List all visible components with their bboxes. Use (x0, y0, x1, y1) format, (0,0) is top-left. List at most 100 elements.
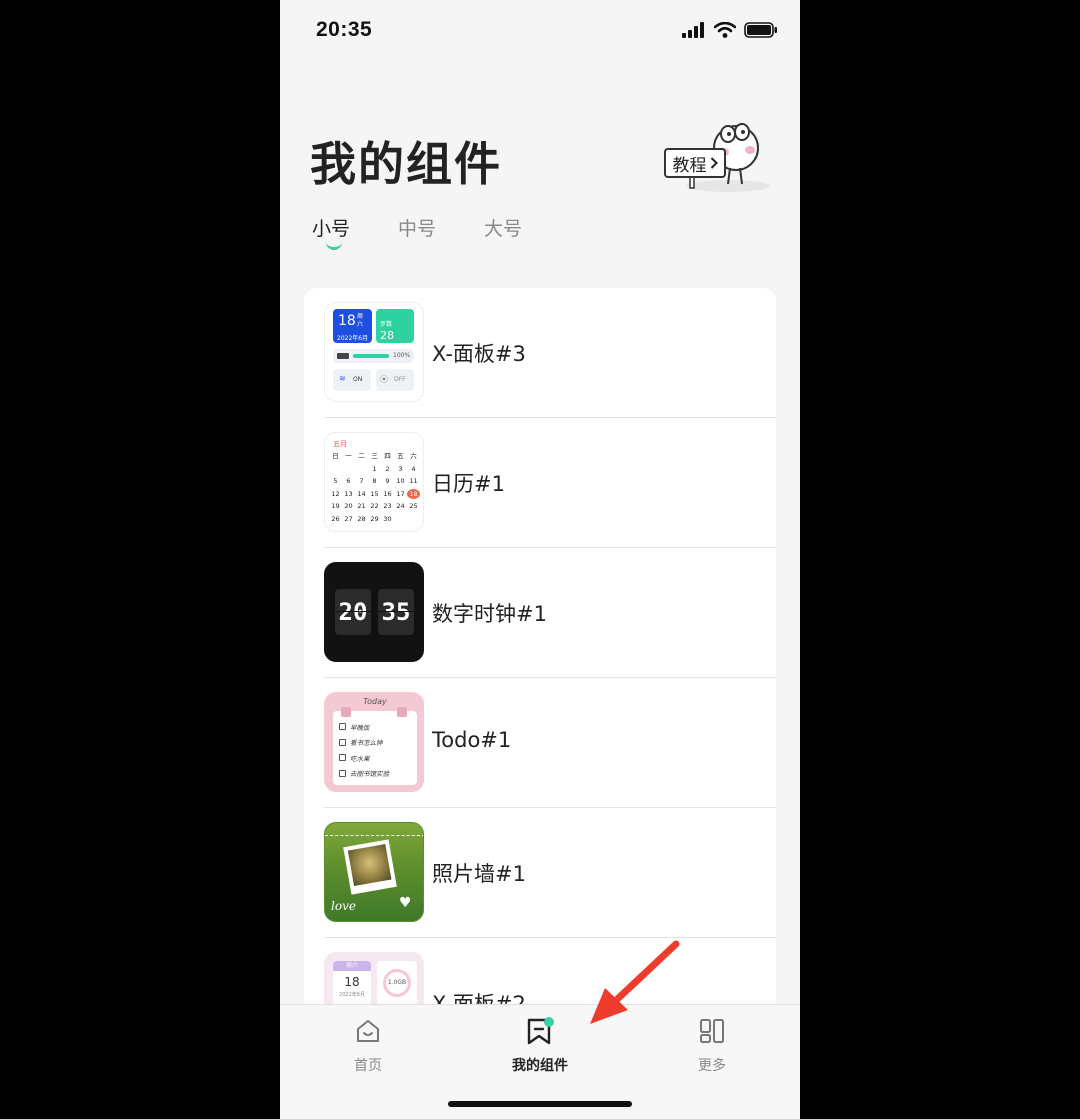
phone-screen: 20:35 我的组件 教程 小号 中号 大号 18 周六 2022年6月 步数 … (280, 0, 800, 1119)
calendar-week-row: 12 13 14 15 16 17 18 (329, 488, 421, 501)
todo-item: 看书怎么钟 (339, 735, 389, 751)
todo-checkbox (339, 738, 346, 746)
todo-item: 去图书馆实验 (339, 766, 389, 782)
widget-name: 照片墙#1 (432, 862, 526, 886)
polaroid-photo (343, 839, 397, 895)
calendar-weekday: 三 (371, 452, 378, 461)
clock-hour: 20 (335, 589, 371, 635)
calendar-weekday: 五 (397, 452, 404, 461)
calendar-day: 6 (346, 477, 351, 486)
calendar-day: 9 (385, 477, 390, 486)
calendar-day: 26 (331, 514, 340, 523)
calendar-day: 24 (396, 502, 405, 511)
status-bar: 20:35 (280, 0, 800, 64)
heart-icon: ♥ (399, 895, 412, 911)
tutorial-label: 教程 (672, 155, 707, 176)
calendar-day: 30 (383, 514, 392, 523)
battery-percent: 100% (393, 352, 411, 359)
calendar-day: 8 (372, 477, 377, 486)
nav-more[interactable]: 更多 (652, 1017, 772, 1075)
date-day: 18 (338, 313, 356, 329)
month: 2022年6月 (339, 992, 365, 998)
nav-home[interactable]: 首页 (308, 1017, 428, 1075)
battery-mini-icon (337, 353, 349, 359)
date-tile: 周六 18 2022年6月 (333, 961, 371, 1005)
todo-checkbox (339, 723, 346, 731)
signal-tile: ⦿ OFF (376, 369, 414, 391)
date-day: 18 (344, 975, 360, 989)
todo-item: 吃水果 (339, 750, 389, 766)
todo-item: 早晚饭 (339, 719, 389, 735)
weekday: 周六 (333, 961, 371, 971)
todo-paper: 早晚饭看书怎么钟 吃水果去图书馆实验 (333, 711, 417, 785)
calendar-day: 2 (385, 464, 390, 473)
home-icon (357, 1020, 379, 1042)
calendar-weekday: 二 (358, 452, 365, 461)
month: 2022年6月 (337, 335, 369, 342)
storage-tile: 1.0GB (377, 961, 417, 1005)
list-item-todo-1[interactable]: Today 早晚饭看书怎么钟 吃水果去图书馆实验 Todo#1 (324, 678, 776, 808)
wifi-icon (714, 22, 736, 38)
string-line (325, 835, 423, 836)
todo-checkbox (339, 754, 346, 762)
wifi-status: ON (353, 376, 363, 383)
tutorial-button[interactable]: 教程 (664, 148, 726, 178)
calendar-day: 1 (372, 464, 377, 473)
widget-name: 日历#1 (432, 472, 505, 496)
todo-title: Today (363, 697, 387, 706)
widget-thumbnail: 20 35 (324, 562, 424, 662)
widget-name: X-面板#3 (432, 342, 526, 366)
wifi-mini-icon: ≋ (339, 374, 346, 383)
bookmark-widget-icon (527, 1017, 554, 1045)
calendar-day: 15 (370, 489, 379, 498)
status-time: 20:35 (316, 18, 373, 41)
calendar-day: 23 (383, 502, 392, 511)
widget-name: 数字时钟#1 (432, 602, 547, 626)
tab-medium[interactable]: 中号 (398, 214, 436, 241)
nav-my-widgets[interactable]: 我的组件 (480, 1017, 600, 1075)
calendar-weekday: 一 (345, 452, 352, 461)
calendar-day: 29 (370, 514, 379, 523)
calendar-day: 10 (396, 477, 405, 486)
widget-name: Todo#1 (432, 728, 512, 752)
calendar-weekday: 四 (384, 452, 391, 461)
list-item-x-panel-3[interactable]: 18 周六 2022年6月 步数 28 100% ≋ ON ⦿ OFF X-面板… (324, 288, 776, 418)
steps-tile: 步数 28 (376, 309, 414, 343)
calendar-weekday: 六 (410, 452, 417, 461)
calendar-week-row: 19 20 21 22 23 24 25 (329, 500, 421, 513)
calendar-day: 7 (359, 477, 364, 486)
size-tabs: 小号 中号 大号 (312, 214, 522, 250)
calendar-day: 19 (331, 502, 340, 511)
calendar-day: 20 (344, 502, 353, 511)
tab-large[interactable]: 大号 (484, 214, 522, 241)
flip-divider (335, 611, 414, 612)
tab-small-label: 小号 (312, 218, 351, 240)
signal-icon (682, 22, 704, 38)
calendar-day: 14 (357, 489, 366, 498)
wifi-tile: ≋ ON (333, 369, 371, 391)
photo-image (347, 844, 392, 887)
todo-text: 去图书馆实验 (350, 770, 389, 779)
page-title: 我的组件 (310, 137, 502, 191)
calendar-day: 22 (370, 502, 379, 511)
nav-home-label: 首页 (354, 1058, 382, 1074)
signal-mini-icon: ⦿ (380, 375, 388, 384)
widget-thumbnail: love ♥ (324, 822, 424, 922)
calendar-month: 五月 (333, 440, 347, 448)
storage-value: 1.0GB (387, 979, 407, 986)
tape-decoration (341, 707, 351, 717)
todo-text: 早晚饭 (350, 723, 370, 732)
nav-more-label: 更多 (698, 1058, 726, 1074)
calendar-week-row: 1234 (329, 463, 421, 476)
list-item-photo-wall-1[interactable]: love ♥ 照片墙#1 (324, 808, 776, 938)
calendar-week-row: 5 6 7 8 9 10 11 (329, 475, 421, 488)
widget-list: 18 周六 2022年6月 步数 28 100% ≋ ON ⦿ OFF X-面板… (304, 288, 776, 1028)
list-item-calendar-1[interactable]: 五月 日一二三四五六 1 2 3 4 5 6 7 8 9 10 11 12 13 14 15 16 17 18 19 2… (324, 418, 776, 548)
calendar-day: 17 (396, 489, 405, 498)
active-tab-indicator (326, 242, 342, 250)
list-item-digital-clock-1[interactable]: 20 35 数字时钟#1 (324, 548, 776, 678)
tab-small[interactable]: 小号 (312, 214, 351, 250)
todo-list: 早晚饭看书怎么钟 吃水果去图书馆实验 (339, 719, 389, 781)
calendar-day: 3 (398, 464, 403, 473)
date-tile: 18 周六 2022年6月 (333, 309, 372, 343)
